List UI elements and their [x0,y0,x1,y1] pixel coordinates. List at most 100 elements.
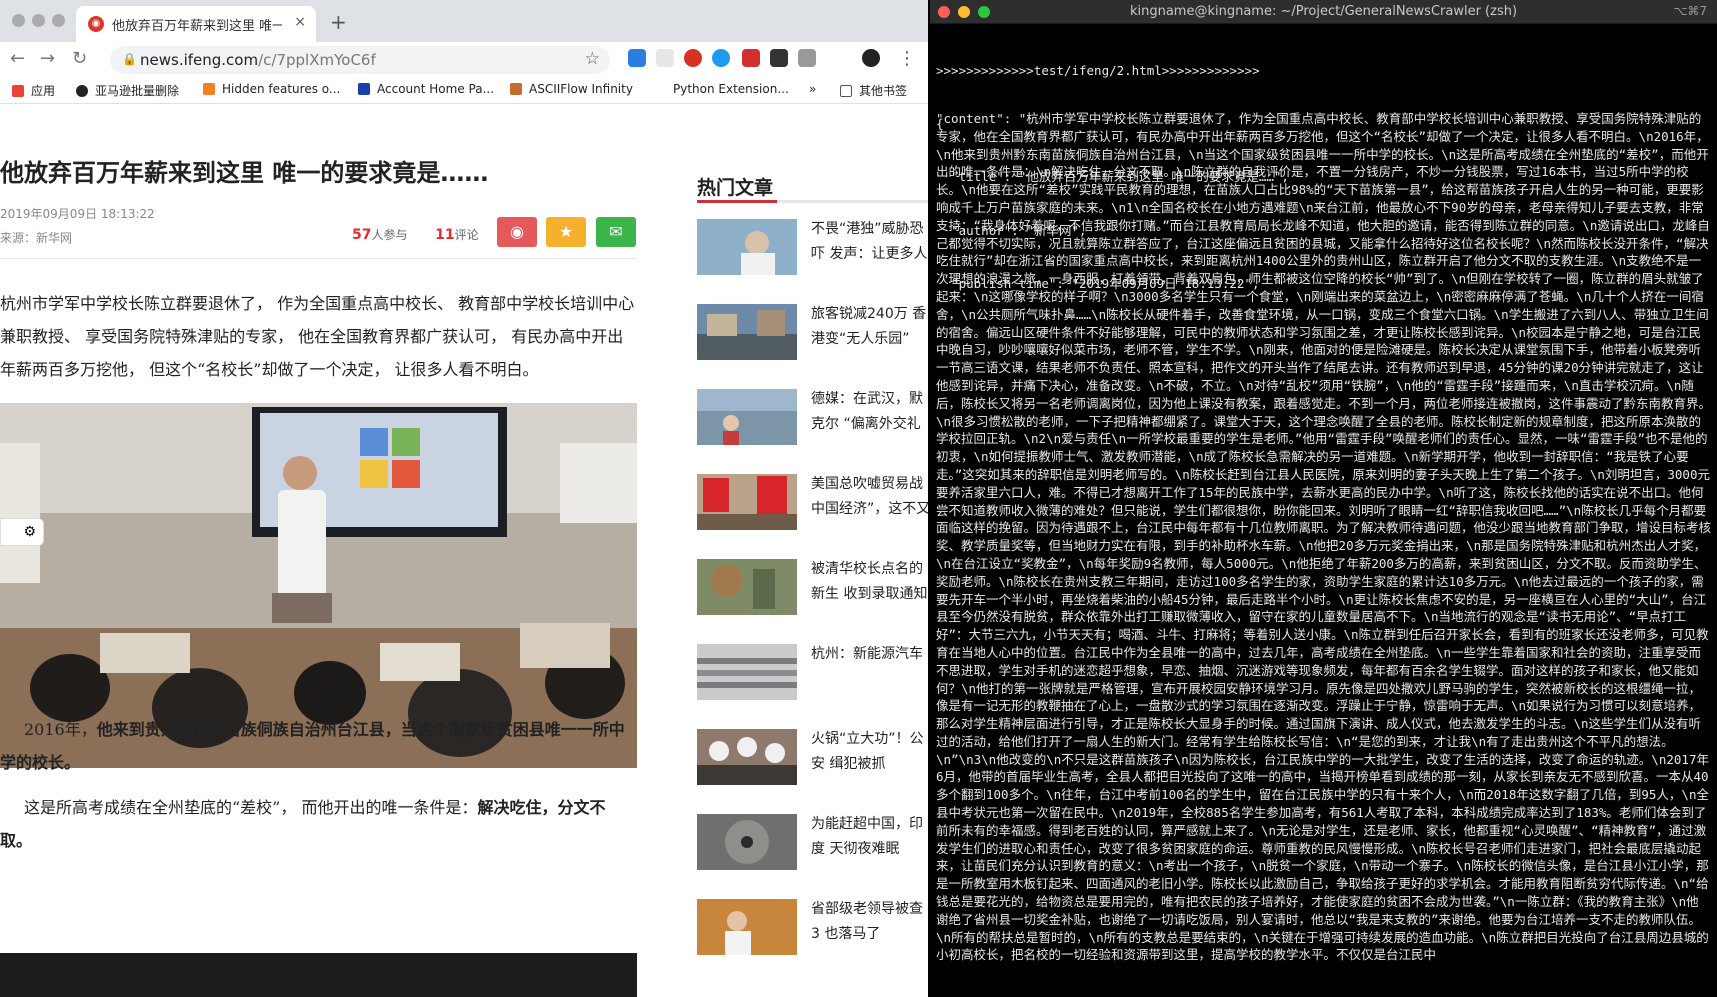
hot-article-text[interactable]: 火锅“立大功”！公安 缉犯被抓 [811,727,928,779]
new-tab-icon[interactable]: + [330,10,347,34]
tab-bar: ◉ 他放弃百万年薪来到这里 唯一的 × + [0,0,928,42]
terminal-title: kingname@kingname: ~/Project/GeneralNews… [1129,4,1518,19]
bookmark-label: Hidden features o... [222,82,341,96]
hot-articles-title: 热门文章 [697,177,774,199]
ascii-icon [510,83,522,95]
hot-article-item[interactable]: 美国总吹嘘贸易战 中国经济”，这不又 [697,474,928,559]
hot-article-thumbnail[interactable] [697,304,797,360]
hot-article-text[interactable]: 省部级老领导被查3 也落马了 [811,897,928,949]
article-divider [0,258,637,259]
extension-red-box-icon[interactable] [742,49,760,67]
paragraph-2-plain: 2016年， [24,720,97,739]
hot-article-thumbnail[interactable] [697,729,797,785]
participants-count: 57 [352,227,372,243]
hot-article-item[interactable]: 省部级老领导被查3 也落马了 [697,899,928,984]
hot-article-thumbnail[interactable] [697,389,797,445]
article-photo-2 [0,953,637,997]
hot-article-text[interactable]: 被清华校长点名的新生 收到录取通知时正 [811,557,928,609]
apps-icon [12,85,24,97]
bookmark-asciiflow[interactable]: ASCIIFlow Infinity [510,82,633,96]
tab-title: 他放弃百万年薪来到这里 唯一的 [112,19,282,34]
bookmarks-bar: 应用 亚马逊批量删除 Hidden features o... Account … [0,76,928,104]
hot-articles-underline-accent [697,200,777,203]
bookmark-label: Python Extension... [673,82,789,96]
bookmark-account-home[interactable]: Account Home Pa... [358,82,494,96]
terminal-window: kingname@kingname: ~/Project/GeneralNews… [930,0,1717,997]
url-path: /c/7pplXmYoC6f [258,51,376,69]
comments-count[interactable]: 11 [435,227,454,243]
back-arrow-icon[interactable]: ← [10,48,25,69]
extension-blue-icon[interactable] [712,49,730,67]
hot-article-item[interactable]: 不畏“港独”威胁恐吓 发声：让更多人知 [697,219,928,304]
extension-red-badge-icon[interactable] [684,49,702,67]
terminal-titlebar: kingname@kingname: ~/Project/GeneralNews… [930,0,1717,24]
browser-toolbar: ← → ↻ 🔒 news.ifeng.com/c/7pplXmYoC6f ☆ ⋮ [0,42,928,76]
python-icon [654,83,666,95]
bookmarks-overflow[interactable]: » [809,82,816,96]
window-close-dot[interactable] [12,14,25,27]
hot-article-text[interactable]: 美国总吹嘘贸易战 中国经济”，这不又 [811,472,928,524]
url-text[interactable]: news.ifeng.com/c/7pplXmYoC6f [140,51,376,69]
hot-article-thumbnail[interactable] [697,559,797,615]
extension-chrome-icon[interactable] [628,49,646,67]
terminal-header-line: >>>>>>>>>>>>>test/ifeng/2.html>>>>>>>>>>… [936,62,1260,78]
extension-grey-icon[interactable] [798,49,816,67]
forward-arrow-icon[interactable]: → [40,48,55,69]
window-minimize-dot[interactable] [32,14,45,27]
wechat-share-icon[interactable]: ✉ [596,217,636,247]
hot-article-item[interactable]: 火锅“立大功”！公安 缉犯被抓 [697,729,928,814]
url-domain: news.ifeng.com [140,51,259,69]
hot-article-item[interactable]: 旅客锐减240万 香港变“无人乐园” [697,304,928,389]
hot-article-text[interactable]: 旅客锐减240万 香港变“无人乐园” [811,302,928,354]
bookmark-python[interactable]: Python Extension... [654,82,789,96]
hot-article-thumbnail[interactable] [697,814,797,870]
bookmark-apps[interactable]: 应用 [12,82,55,99]
browser-menu-icon[interactable]: ⋮ [898,48,916,69]
bookmark-amazon[interactable]: 亚马逊批量删除 [76,82,179,99]
hot-article-thumbnail[interactable] [697,899,797,955]
article-time: 2019年09月09日 18:13:22 [0,207,155,221]
article-source: 来源：新华网 [0,231,73,245]
active-tab[interactable]: ◉ 他放弃百万年薪来到这里 唯一的 × [76,6,316,42]
hot-article-item[interactable]: 杭州：新能源汽车 [697,644,928,729]
globe-icon [76,85,88,97]
web-page: 他放弃百万年薪来到这里 唯一的要求竟是…… 2019年09月09日 18:13:… [0,105,928,997]
extension-profile-icon[interactable] [862,49,880,67]
article-paragraph-1: 杭州市学军中学校长陈立群要退休了， 作为全国重点高中校长、 教育部中学校长培训中… [0,294,635,379]
ifeng-favicon-icon: ◉ [88,16,104,32]
favorite-star-icon[interactable]: ★ [546,217,586,247]
bookmark-label: Account Home Pa... [377,82,495,96]
extension-x-icon[interactable] [656,49,674,67]
hot-article-thumbnail[interactable] [697,474,797,530]
paragraph-3-plain: 这是所高考成绩在全州垫底的“差校”， 而他开出的唯一条件是： [24,798,478,817]
bookmark-label: ASCIIFlow Infinity [529,82,633,96]
address-bar[interactable]: 🔒 news.ifeng.com/c/7pplXmYoC6f ☆ [110,46,610,74]
hot-article-thumbnail[interactable] [697,219,797,275]
article-title: 他放弃百万年薪来到这里 唯一的要求竟是…… [0,159,489,187]
hot-article-text[interactable]: 德媒：在武汉，默克尔 “偏离外交礼仪”做 [811,387,928,439]
weibo-share-icon[interactable]: ◉ [497,217,537,247]
hot-article-text[interactable]: 不畏“港独”威胁恐吓 发声：让更多人知 [811,217,928,269]
hot-article-text[interactable]: 杭州：新能源汽车 [811,642,928,694]
hot-article-item[interactable]: 为能赶超中国，印度 天彻夜难眠 [697,814,928,899]
bookmark-star-icon[interactable]: ☆ [585,49,600,69]
extension-glasses-icon[interactable] [770,49,788,67]
reload-icon[interactable]: ↻ [72,48,87,69]
bookmark-other[interactable]: 其他书签 [840,82,907,99]
bookmark-hidden-features[interactable]: Hidden features o... [203,82,340,96]
bookmark-label: 亚马逊批量删除 [95,84,180,98]
terminal-shortcut: ⌥⌘7 [1673,4,1707,18]
window-zoom-dot[interactable] [52,14,65,27]
lock-icon: 🔒 [122,52,137,66]
comments-label[interactable]: 评论 [455,228,479,242]
hot-article-item[interactable]: 被清华校长点名的新生 收到录取通知时正 [697,559,928,644]
article-stats: 57人参与 11评论 [352,226,479,243]
bookmark-label: 应用 [31,84,56,98]
photo-settings-gear-icon[interactable]: ⚙ [0,518,44,546]
hot-article-text[interactable]: 为能赶超中国，印度 天彻夜难眠 [811,812,928,864]
hot-article-thumbnail[interactable] [697,644,797,700]
tab-close-icon[interactable]: × [294,14,306,30]
article-paragraph-2: 2016年，他来到贵州黔东南苗族侗族自治州台江县，当这个国家级贫困县唯一一所中学… [0,713,637,779]
hot-article-item[interactable]: 德媒：在武汉，默克尔 “偏离外交礼仪”做 [697,389,928,474]
stack-icon [203,83,215,95]
